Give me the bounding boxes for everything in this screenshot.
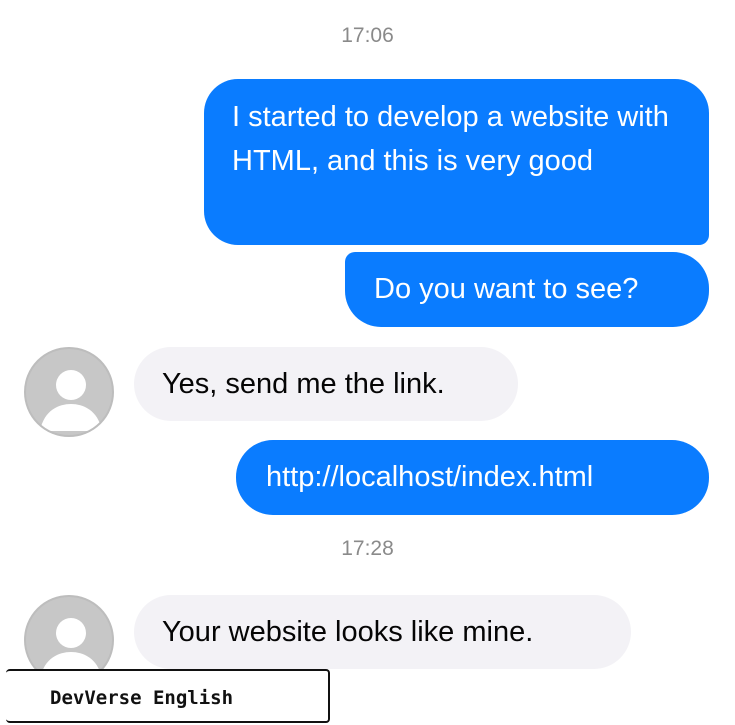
user-icon — [40, 370, 102, 431]
outgoing-link-message[interactable]: http://localhost/index.html — [236, 440, 709, 515]
outgoing-message-bubble[interactable]: Do you want to see? — [345, 252, 709, 327]
incoming-message-bubble[interactable]: Your website looks like mine. — [134, 595, 631, 669]
watermark-label: DevVerse English — [6, 669, 330, 723]
outgoing-message-bubble[interactable]: I started to develop a website with HTML… — [204, 79, 709, 245]
incoming-message-bubble[interactable]: Yes, send me the link. — [134, 347, 518, 421]
timestamp: 17:28 — [341, 537, 394, 560]
timestamp: 17:06 — [341, 24, 394, 47]
contact-avatar[interactable] — [24, 347, 114, 437]
